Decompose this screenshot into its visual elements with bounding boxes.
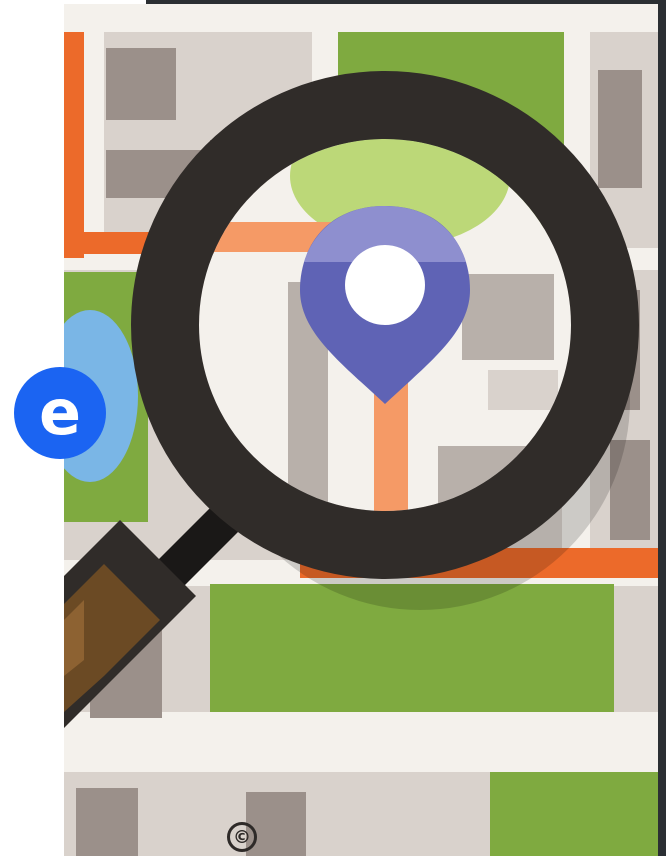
copyright-mark: ©	[227, 822, 257, 852]
orange-road-vertical	[64, 32, 84, 258]
building	[106, 48, 176, 120]
lens-building	[462, 274, 554, 360]
building	[76, 788, 138, 856]
street-horizontal-bottom	[64, 712, 658, 772]
lens-building	[488, 370, 558, 410]
building	[598, 70, 642, 188]
pin-hole	[345, 245, 425, 325]
park-bottom-right	[490, 772, 658, 856]
building	[246, 792, 306, 856]
street-horizontal-top	[64, 4, 658, 32]
e-logo-badge: e	[14, 367, 106, 459]
frame-right-border	[658, 0, 666, 856]
street-vertical-left	[84, 32, 104, 252]
